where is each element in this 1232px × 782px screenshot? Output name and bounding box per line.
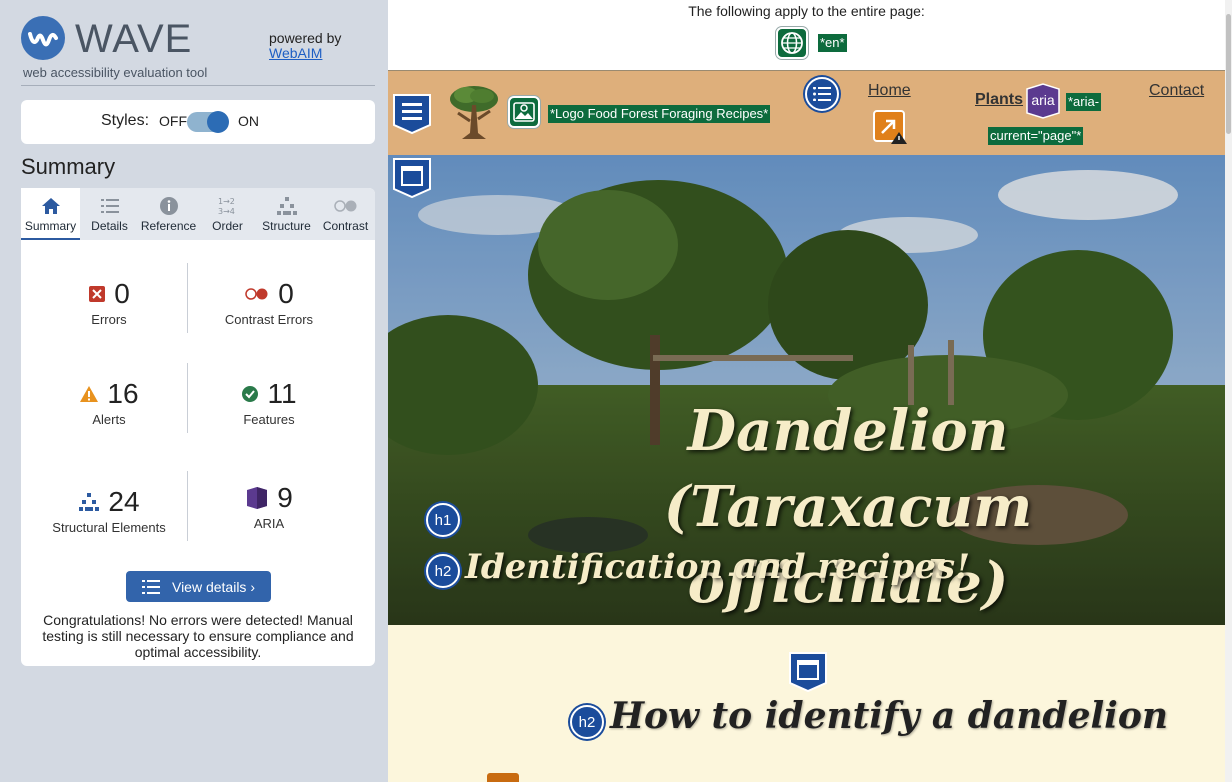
contrast-errors-count[interactable]: 0 Contrast Errors [189, 278, 349, 327]
wave-tab-bar: Summary Details Reference 1→2 3→4 Order S… [21, 188, 375, 240]
summary-heading: Summary [21, 154, 116, 179]
home-icon [21, 196, 80, 216]
language-label: *en* [818, 34, 847, 52]
styles-off-label: OFF [159, 113, 187, 129]
styles-toggle-switch[interactable] [187, 111, 229, 133]
structural-label: Structural Elements [52, 520, 166, 535]
tab-contrast[interactable]: Contrast [316, 188, 375, 238]
tab-label: Reference [140, 219, 197, 233]
hero-banner: h1 h2 Dandelion (Taraxacum officinale) I… [388, 155, 1225, 625]
nav-contact-link[interactable]: Contact [1149, 82, 1204, 100]
powered-by-text: powered by [269, 30, 342, 46]
language-feature-icon[interactable] [776, 27, 808, 59]
alerts-value: 16 [107, 378, 139, 409]
info-icon [139, 196, 198, 216]
order-icon: 1→2 3→4 [198, 196, 257, 216]
tab-details[interactable]: Details [80, 188, 139, 238]
tab-summary[interactable]: Summary [21, 188, 80, 240]
errors-value: 0 [114, 278, 130, 309]
hero-subtitle-h2: Identification and recipes! [465, 547, 970, 587]
svg-text:1→2: 1→2 [218, 197, 235, 206]
error-icon [89, 286, 106, 302]
structure-icon [79, 493, 100, 511]
view-details-label: View details › [171, 578, 255, 595]
h1-heading-badge[interactable]: h1 [426, 503, 460, 537]
logo-alt-label: *Logo Food Forest Foraging Recipes* [548, 105, 771, 123]
styles-toggle-box: Styles: OFF ON [21, 100, 375, 144]
tab-order[interactable]: 1→2 3→4 Order [198, 188, 257, 238]
main-region-icon[interactable] [392, 157, 431, 199]
errors-count[interactable]: 0 Errors [29, 278, 189, 327]
styles-label: Styles: [101, 112, 150, 129]
nav-home-link[interactable]: Home [868, 82, 911, 100]
scrollbar-thumb[interactable] [1226, 14, 1231, 134]
webaim-link[interactable]: WebAIM [269, 46, 341, 61]
aria-badge-icon[interactable]: aria [1025, 83, 1061, 119]
tab-label: Contrast [322, 219, 369, 233]
tab-label: Summary [24, 219, 77, 233]
tab-label: Structure [262, 219, 311, 233]
section-region-icon[interactable] [788, 651, 827, 693]
wave-logo-text: WAVE [75, 17, 193, 61]
aria-badge-text: aria [1031, 92, 1055, 108]
structural-value: 24 [108, 486, 140, 517]
alert-icon [80, 386, 99, 402]
list-icon [80, 196, 139, 216]
structure-icon [257, 196, 316, 216]
contrast-icon [316, 196, 375, 216]
aria-current-label-1: *aria- [1066, 93, 1102, 111]
aria-count[interactable]: 9 ARIA [189, 482, 349, 531]
nav-plants-link[interactable]: Plants [975, 91, 1023, 109]
linked-image-icon[interactable] [508, 96, 540, 128]
contrast-errors-value: 0 [278, 278, 294, 309]
powered-by: powered by WebAIM [269, 31, 341, 61]
aria-icon [247, 487, 268, 509]
alert-icon[interactable] [487, 773, 519, 782]
styles-on-label: ON [238, 113, 259, 129]
page-wide-note: The following apply to the entire page: [688, 3, 925, 19]
alerts-label: Alerts [92, 412, 126, 427]
header-region-icon[interactable] [392, 93, 431, 135]
wave-logo-icon [21, 16, 65, 60]
list-icon [141, 579, 160, 594]
app-root: WAVE web accessibility evaluation tool p… [0, 0, 1232, 782]
aria-value: 9 [277, 482, 293, 513]
feature-icon [242, 386, 259, 402]
features-value: 11 [267, 378, 297, 409]
aria-current-label-2: current="page"* [988, 127, 1084, 145]
site-header: *Logo Food Forest Foraging Recipes* Home… [388, 70, 1225, 155]
contrast-errors-label: Contrast Errors [224, 312, 314, 327]
evaluated-page: The following apply to the entire page: … [388, 0, 1225, 782]
tab-label: Order [212, 219, 243, 233]
features-label: Features [243, 412, 295, 427]
section-heading-h2: How to identify a dandelion [610, 695, 1169, 737]
wave-logo-subtitle: web accessibility evaluation tool [23, 65, 208, 80]
congrats-message: Congratulations! No errors were detected… [42, 612, 354, 660]
svg-text:3→4: 3→4 [218, 207, 235, 216]
aria-label: ARIA [253, 516, 285, 531]
h2-heading-badge[interactable]: h2 [570, 705, 604, 739]
errors-label: Errors [91, 312, 127, 327]
h2-heading-badge[interactable]: h2 [426, 554, 460, 588]
tab-structure[interactable]: Structure [257, 188, 316, 238]
wave-sidebar: WAVE web accessibility evaluation tool p… [0, 0, 388, 782]
site-logo-tree[interactable] [448, 83, 500, 141]
sidebar-divider [21, 85, 375, 86]
redundant-link-alert-icon[interactable] [872, 109, 908, 145]
features-count[interactable]: 11 Features [189, 378, 349, 427]
structural-count[interactable]: 24 Structural Elements [29, 486, 189, 535]
alerts-count[interactable]: 16 Alerts [29, 378, 189, 427]
contrast-error-icon [245, 288, 268, 300]
content-section: h2 How to identify a dandelion [388, 625, 1225, 782]
tab-reference[interactable]: Reference [139, 188, 198, 238]
list-structure-icon[interactable] [805, 77, 839, 111]
summary-panel: Summary Details Reference 1→2 3→4 Order S… [21, 188, 375, 666]
view-details-button[interactable]: View details › [126, 571, 271, 602]
page-scrollbar[interactable] [1225, 0, 1232, 782]
tab-label: Details [91, 219, 128, 233]
toggle-knob [207, 111, 229, 133]
